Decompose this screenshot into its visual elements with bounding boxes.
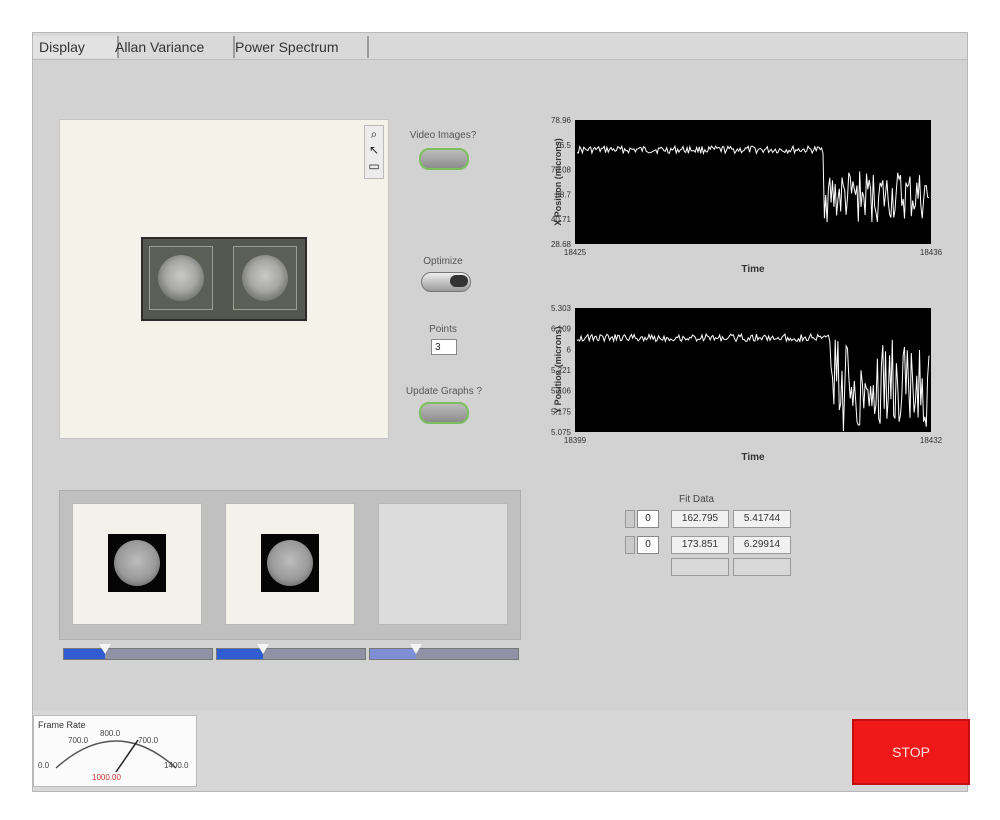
slider-handle[interactable] (256, 644, 269, 654)
row-index-spinner[interactable] (625, 536, 635, 554)
plot-area (575, 120, 931, 244)
display-panel: ⌕ ↖ ▭ Video Images? Optimize Points 3 Up… (33, 60, 967, 710)
thumbnail-slider-1[interactable] (63, 644, 213, 660)
x-tick-label: 18436 (920, 248, 943, 257)
bead-spot (242, 255, 288, 301)
frame-rate-gauge: Frame Rate 0.0 700.0 800.0 700.0 1400.0 … (33, 715, 197, 787)
table-cell: 173.851 (671, 536, 729, 554)
points-label: Points (429, 324, 457, 335)
gauge-arc (55, 740, 177, 769)
row-index-field[interactable]: 0 (637, 510, 659, 528)
row-index-spinner[interactable] (625, 510, 635, 528)
thumbnail-1[interactable] (72, 503, 202, 625)
roi-box-left[interactable] (149, 246, 213, 310)
bead-spot (158, 255, 204, 301)
y-axis-label: Y Position (microns) (553, 326, 563, 413)
optimize-toggle[interactable] (421, 272, 471, 292)
thumbnail-image (108, 534, 166, 592)
fit-data-table: Fit Data 0 0 162.795 5.41744 173.851 6.2… (619, 494, 805, 578)
tab-bar: Display Allan Variance Power Spectrum (33, 33, 967, 60)
table-cell: 162.795 (671, 510, 729, 528)
toggle-knob (450, 275, 468, 287)
gauge-tick-label: 700.0 (138, 736, 159, 745)
y-position-chart: 5.0755.1755.1065.22166.1095.30318399 1843… (551, 304, 943, 463)
tab-allan-variance[interactable]: Allan Variance (109, 36, 235, 58)
pan-icon[interactable]: ▭ (365, 158, 383, 174)
x-position-chart: 28.6840.7158.770.0876.578.9618425 18436Ti… (551, 116, 943, 275)
y-tick-label: 78.96 (551, 116, 572, 125)
zoom-icon[interactable]: ⌕ (365, 126, 383, 142)
bead-spot (267, 540, 313, 586)
tab-display[interactable]: Display (33, 36, 119, 58)
gauge-needle (115, 739, 139, 773)
thumbnail-strip (59, 490, 521, 640)
x-axis-label: Time (741, 452, 765, 463)
stop-button[interactable]: STOP (852, 719, 970, 785)
y-tick-label: 5.303 (551, 304, 572, 313)
table-cell (733, 558, 791, 576)
gauge-tick-label: 700.0 (68, 736, 89, 745)
x-axis-label: Time (741, 264, 765, 275)
roi-box-right[interactable] (233, 246, 297, 310)
tab-power-spectrum[interactable]: Power Spectrum (229, 36, 369, 58)
thumbnail-image (261, 534, 319, 592)
camera-frame (141, 237, 307, 321)
y-axis-label: X Position (microns) (553, 138, 563, 226)
table-cell (671, 558, 729, 576)
table-cell: 5.41744 (733, 510, 791, 528)
y-tick-label: 6 (567, 345, 572, 354)
row-index-field[interactable]: 0 (637, 536, 659, 554)
thumbnail-3[interactable] (378, 503, 508, 625)
table-cell: 6.29914 (733, 536, 791, 554)
video-images-button[interactable] (419, 148, 469, 170)
slider-handle[interactable] (409, 644, 422, 654)
update-graphs-label: Update Graphs ? (405, 386, 483, 397)
points-input[interactable]: 3 (431, 339, 457, 355)
gauge-tick-label: 800.0 (100, 729, 121, 738)
gauge-tick-label: 0.0 (38, 761, 50, 770)
pointer-icon[interactable]: ↖ (365, 142, 383, 158)
update-graphs-button[interactable] (419, 402, 469, 424)
gauge-value: 1000.00 (92, 773, 121, 782)
x-tick-label: 18432 (920, 436, 943, 445)
gauge-title: Frame Rate (38, 720, 86, 730)
camera-image-display[interactable]: ⌕ ↖ ▭ (59, 119, 389, 439)
optimize-label: Optimize (423, 256, 463, 267)
image-tool-palette: ⌕ ↖ ▭ (364, 125, 384, 179)
thumbnail-slider-3[interactable] (369, 644, 519, 660)
app-window: Display Allan Variance Power Spectrum ⌕ … (32, 32, 970, 792)
thumbnail-2[interactable] (225, 503, 355, 625)
thumbnail-slider-2[interactable] (216, 644, 366, 660)
slider-handle[interactable] (99, 644, 112, 654)
bead-spot (114, 540, 160, 586)
x-tick-label: 18425 (564, 248, 587, 257)
video-images-label: Video Images? (409, 130, 477, 141)
gauge-tick-label: 1400.0 (164, 761, 189, 770)
x-tick-label: 18399 (564, 436, 587, 445)
fit-data-title: Fit Data (679, 494, 715, 505)
